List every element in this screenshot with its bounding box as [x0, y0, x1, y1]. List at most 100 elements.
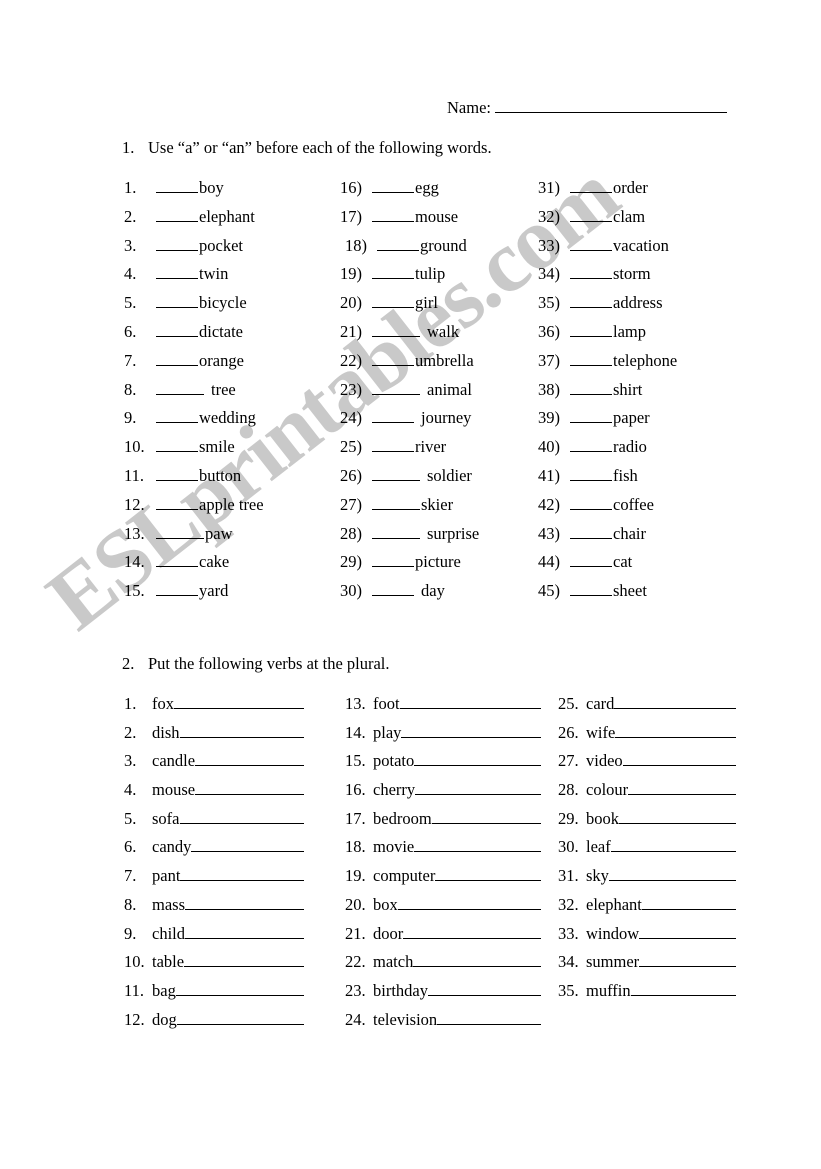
plural-answer-blank[interactable] [414, 838, 541, 853]
article-answer-blank[interactable] [156, 582, 198, 597]
plural-answer-blank[interactable] [185, 896, 304, 910]
article-answer-blank[interactable] [372, 265, 414, 280]
article-answer-blank[interactable] [372, 467, 420, 481]
plural-answer-blank[interactable] [180, 867, 304, 882]
article-answer-blank[interactable] [372, 352, 414, 366]
plural-answer-blank[interactable] [615, 724, 736, 738]
plural-answer-blank[interactable] [619, 810, 736, 824]
plural-answer-blank[interactable] [195, 752, 304, 767]
article-answer-blank[interactable] [156, 265, 198, 280]
plural-answer-blank[interactable] [431, 810, 541, 824]
plural-answer-blank[interactable] [399, 695, 541, 709]
plural-answer-blank[interactable] [414, 752, 541, 767]
item-word: storm [613, 264, 651, 284]
plural-answer-blank[interactable] [435, 867, 541, 882]
plural-answer-blank[interactable] [403, 925, 541, 939]
item-number: 20) [340, 293, 362, 313]
exercise-1-item: 9. wedding [124, 404, 264, 433]
article-answer-blank[interactable] [570, 553, 612, 568]
article-answer-blank[interactable] [372, 409, 414, 424]
plural-answer-blank[interactable] [195, 781, 304, 796]
article-answer-blank[interactable] [156, 496, 198, 510]
article-answer-blank[interactable] [570, 409, 612, 424]
plural-answer-blank[interactable] [191, 838, 304, 853]
plural-answer-blank[interactable] [630, 982, 736, 996]
name-input-line[interactable] [494, 98, 727, 113]
item-number: 35) [538, 293, 560, 313]
item-word: vacation [613, 235, 669, 255]
article-answer-blank[interactable] [372, 582, 414, 597]
plural-answer-blank[interactable] [610, 838, 736, 853]
exercise-1-item: 23) animal [340, 376, 479, 405]
plural-answer-blank[interactable] [614, 695, 736, 709]
exercise-1-item: 12. apple tree [124, 491, 264, 520]
article-answer-blank[interactable] [570, 582, 612, 597]
article-answer-blank[interactable] [372, 323, 420, 337]
article-answer-blank[interactable] [372, 179, 414, 193]
article-answer-blank[interactable] [372, 294, 414, 309]
plural-answer-blank[interactable] [437, 1011, 541, 1025]
article-answer-blank[interactable] [570, 467, 612, 481]
article-answer-blank[interactable] [570, 525, 612, 539]
article-answer-blank[interactable] [156, 179, 198, 193]
article-answer-blank[interactable] [156, 352, 198, 366]
article-answer-blank[interactable] [570, 496, 612, 510]
article-answer-blank[interactable] [570, 179, 612, 193]
article-answer-blank[interactable] [156, 323, 198, 337]
article-answer-blank[interactable] [372, 381, 420, 395]
article-answer-blank[interactable] [570, 294, 612, 309]
article-answer-blank[interactable] [156, 381, 204, 395]
exercise-2-item: 11. bag [124, 977, 304, 1006]
plural-answer-blank[interactable] [401, 724, 541, 738]
article-answer-blank[interactable] [156, 294, 198, 309]
plural-answer-blank[interactable] [415, 781, 541, 796]
item-number: 9. [124, 923, 137, 943]
item-word: sofa [152, 808, 180, 828]
item-word: cake [199, 552, 230, 572]
item-number: 21. [345, 923, 366, 943]
plural-answer-blank[interactable] [608, 867, 736, 882]
plural-answer-blank[interactable] [175, 982, 304, 996]
item-number: 1. [124, 694, 137, 713]
plural-answer-blank[interactable] [185, 925, 304, 939]
plural-answer-blank[interactable] [184, 953, 304, 968]
plural-answer-blank[interactable] [176, 1011, 304, 1025]
article-answer-blank[interactable] [156, 409, 198, 424]
article-answer-blank[interactable] [377, 237, 419, 251]
plural-answer-blank[interactable] [639, 953, 736, 968]
article-answer-blank[interactable] [156, 438, 198, 453]
article-answer-blank[interactable] [156, 553, 198, 568]
plural-answer-blank[interactable] [639, 925, 736, 939]
plural-answer-blank[interactable] [413, 953, 541, 968]
article-answer-blank[interactable] [570, 208, 612, 222]
exercise-2-item: 8. mass [124, 891, 304, 920]
item-number: 32. [558, 894, 579, 914]
article-answer-blank[interactable] [156, 467, 198, 481]
plural-answer-blank[interactable] [397, 896, 541, 910]
article-answer-blank[interactable] [570, 352, 612, 366]
article-answer-blank[interactable] [156, 208, 198, 222]
article-answer-blank[interactable] [372, 208, 414, 222]
plural-answer-blank[interactable] [622, 752, 736, 767]
article-answer-blank[interactable] [570, 381, 612, 395]
plural-answer-blank[interactable] [179, 810, 304, 824]
plural-answer-blank[interactable] [174, 695, 304, 709]
exercise-1-item: 15. yard [124, 577, 264, 606]
article-answer-blank[interactable] [372, 496, 420, 510]
article-answer-blank[interactable] [570, 438, 612, 453]
article-answer-blank[interactable] [372, 525, 420, 539]
item-number: 18. [345, 837, 366, 857]
item-number: 11. [124, 980, 145, 1000]
article-answer-blank[interactable] [156, 237, 198, 251]
item-number: 35. [558, 980, 579, 1000]
article-answer-blank[interactable] [570, 237, 612, 251]
plural-answer-blank[interactable] [428, 982, 541, 996]
plural-answer-blank[interactable] [628, 781, 736, 796]
plural-answer-blank[interactable] [179, 724, 304, 738]
article-answer-blank[interactable] [372, 438, 414, 453]
article-answer-blank[interactable] [570, 265, 612, 280]
plural-answer-blank[interactable] [641, 896, 736, 910]
article-answer-blank[interactable] [372, 553, 414, 568]
article-answer-blank[interactable] [156, 525, 204, 539]
article-answer-blank[interactable] [570, 323, 612, 337]
